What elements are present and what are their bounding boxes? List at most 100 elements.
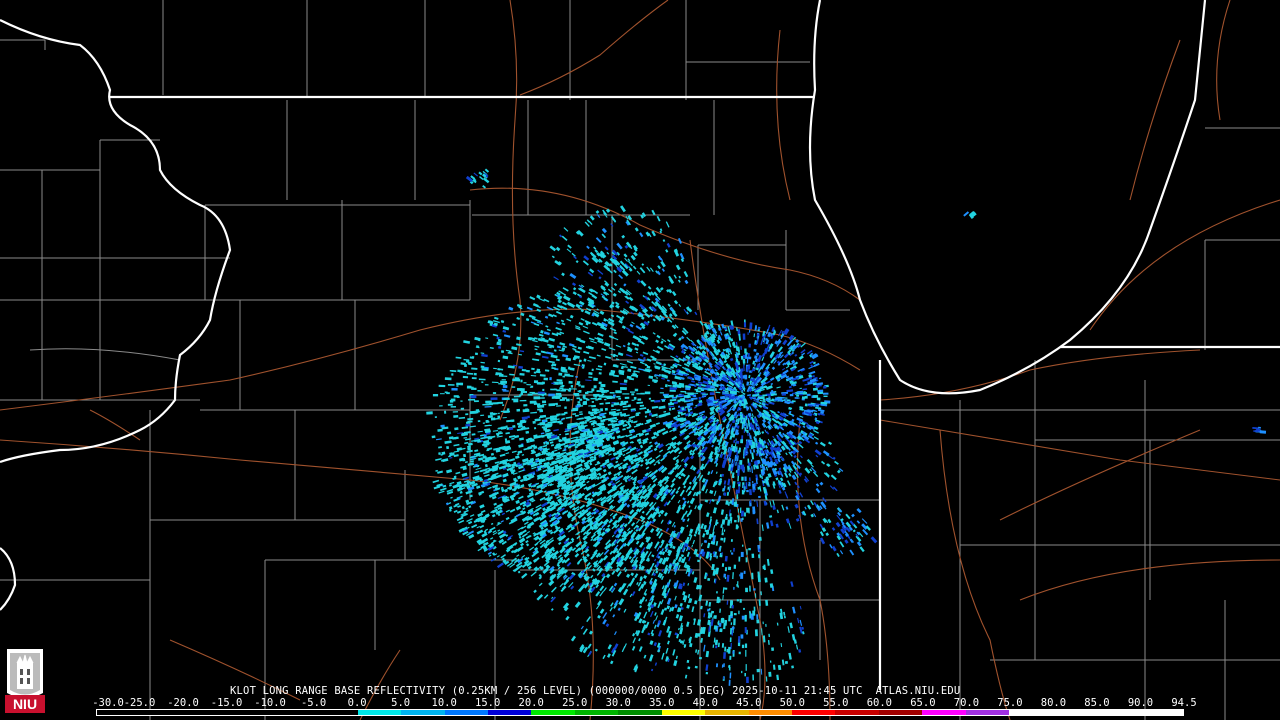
echo-mark <box>589 421 592 423</box>
echo-mark <box>516 554 520 557</box>
echo-mark <box>440 393 445 395</box>
echo-mark <box>723 480 727 485</box>
echo-mark <box>457 505 461 508</box>
echo-mark <box>555 392 562 396</box>
echo-mark <box>658 513 662 518</box>
echo-mark <box>729 357 734 362</box>
echo-mark <box>746 548 748 555</box>
echo-mark <box>741 476 744 481</box>
echo-mark <box>687 376 693 380</box>
echo-mark <box>514 378 521 382</box>
echo-mark <box>677 405 681 408</box>
echo-mark <box>836 469 841 474</box>
echo-mark <box>639 407 647 410</box>
echo-mark <box>712 342 717 347</box>
echo-mark <box>530 411 537 414</box>
echo-mark <box>735 438 737 441</box>
echo-mark <box>737 475 740 482</box>
echo-mark <box>762 394 768 397</box>
echo-mark <box>804 506 807 510</box>
echo-mark <box>758 548 761 552</box>
echo-mark <box>438 446 442 449</box>
echo-mark <box>787 626 790 633</box>
echo-mark <box>574 414 579 417</box>
echo-mark <box>562 301 568 306</box>
echo-mark <box>550 586 557 593</box>
echo-mark <box>698 396 701 400</box>
echo-mark <box>774 340 779 345</box>
echo-mark <box>674 595 677 601</box>
echo-mark <box>655 422 660 426</box>
echo-mark <box>740 572 744 579</box>
echo-mark <box>500 320 505 324</box>
echo-mark <box>713 615 716 618</box>
echo-mark <box>595 368 602 371</box>
echo-mark <box>623 379 628 383</box>
echo-mark <box>689 370 696 375</box>
echo-mark <box>525 430 530 434</box>
echo-mark <box>456 385 459 387</box>
echo-mark <box>450 398 456 402</box>
echo-mark <box>751 413 754 417</box>
echo-mark <box>605 623 610 628</box>
echo-mark <box>502 390 509 392</box>
echo-mark <box>618 598 625 606</box>
echo-mark <box>622 405 629 408</box>
echo-mark <box>804 403 808 407</box>
echo-mark <box>638 587 642 592</box>
echo-mark <box>558 433 562 436</box>
echo-mark <box>647 632 651 636</box>
echo-mark <box>726 412 731 418</box>
echo-mark <box>694 505 697 510</box>
echo-mark <box>498 346 502 349</box>
echo-mark <box>686 440 691 445</box>
echo-mark <box>769 515 773 518</box>
echo-mark <box>678 337 682 342</box>
echo-mark <box>579 398 583 401</box>
echo-mark <box>603 549 610 556</box>
echo-mark <box>663 363 667 367</box>
echo-mark <box>747 394 751 397</box>
echo-mark <box>700 542 703 547</box>
echo-mark <box>744 673 746 677</box>
echo-mark <box>521 368 527 372</box>
echo-mark <box>751 466 754 474</box>
echo-mark <box>730 600 733 605</box>
echo-mark <box>453 443 460 447</box>
echo-mark <box>639 444 644 449</box>
echo-mark <box>712 524 716 532</box>
echo-mark <box>474 470 480 474</box>
echo-mark <box>782 369 789 375</box>
echo-mark <box>743 430 745 434</box>
echo-mark <box>479 469 485 473</box>
echo-mark <box>616 409 621 412</box>
echo-mark <box>573 428 578 430</box>
echo-mark <box>596 570 602 576</box>
echo-mark <box>709 392 715 395</box>
echo-mark <box>461 505 465 510</box>
echo-mark <box>578 300 585 306</box>
echo-mark <box>714 368 718 372</box>
echo-mark <box>518 353 523 356</box>
echo-mark <box>810 513 815 518</box>
echo-mark <box>546 328 551 332</box>
echo-mark <box>518 443 524 448</box>
echo-mark <box>505 516 510 521</box>
echo-mark <box>613 331 618 335</box>
echo-mark <box>604 398 607 401</box>
echo-mark <box>548 513 553 518</box>
echo-mark <box>632 637 636 644</box>
echo-mark <box>505 349 511 352</box>
echo-mark <box>688 481 692 485</box>
echo-mark <box>689 528 694 534</box>
echo-mark <box>539 414 547 418</box>
echo-mark <box>735 489 738 495</box>
echo-mark <box>540 432 545 435</box>
echo-mark <box>466 518 473 523</box>
echo-mark <box>625 300 630 304</box>
echo-mark <box>480 361 485 364</box>
echo-mark <box>592 568 596 572</box>
echo-mark <box>535 352 541 356</box>
echo-mark <box>556 345 562 349</box>
echo-mark <box>665 527 670 533</box>
